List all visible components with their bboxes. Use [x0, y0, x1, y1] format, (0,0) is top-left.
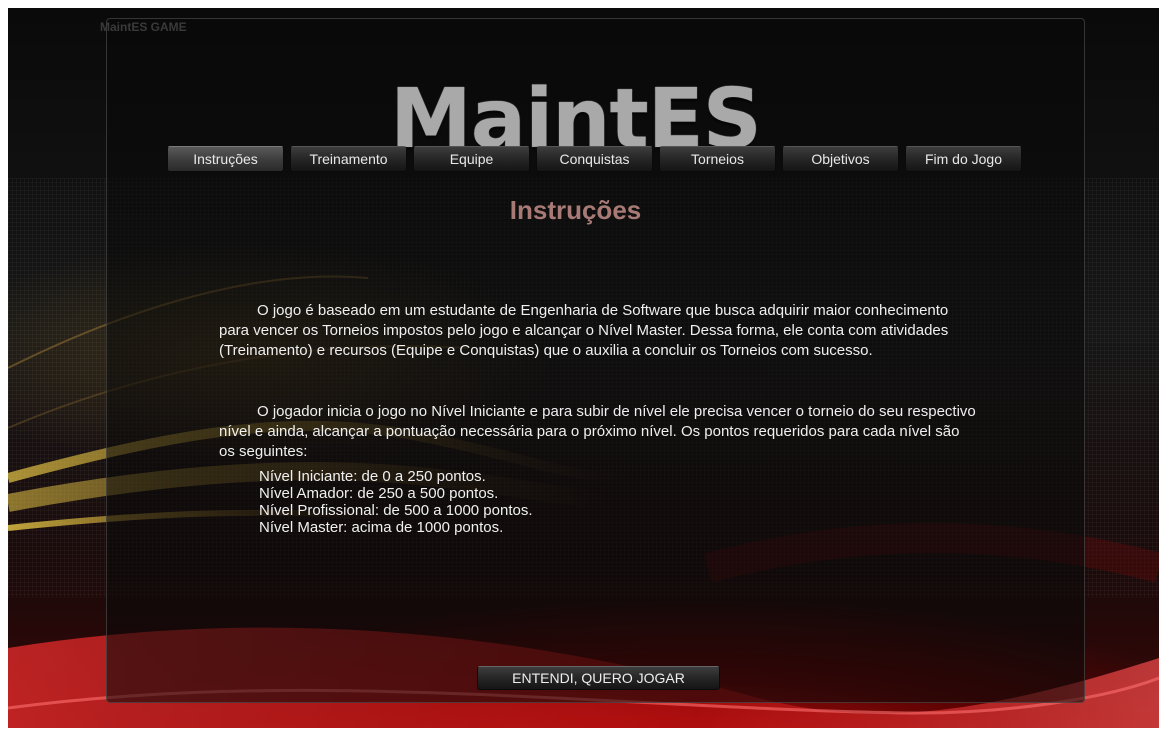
tab-treinamento[interactable]: Treinamento: [290, 146, 407, 172]
tab-instrucoes[interactable]: Instruções: [167, 146, 284, 172]
level-list: Nível Iniciante: de 0 a 250 pontos. Níve…: [259, 468, 533, 536]
page-title: Instruções: [509, 195, 642, 225]
level-item: Nível Master: acima de 1000 pontos.: [259, 519, 504, 536]
tab-objetivos[interactable]: Objetivos: [782, 146, 899, 172]
paragraph-text: O jogo é baseado em um estudante de Enge…: [219, 302, 949, 359]
level-item: Nível Amador: de 250 a 500 pontos.: [259, 485, 499, 502]
instructions-paragraph-1: O jogo é baseado em um estudante de Enge…: [219, 301, 979, 361]
paragraph-text: O jogador inicia o jogo no Nível Inician…: [219, 403, 976, 460]
start-game-button[interactable]: ENTENDI, QUERO JOGAR: [477, 666, 720, 690]
level-item: Nível Profissional: de 500 a 1000 pontos…: [259, 502, 533, 519]
level-item: Nível Iniciante: de 0 a 250 pontos.: [259, 468, 486, 485]
tab-fim-do-jogo[interactable]: Fim do Jogo: [905, 146, 1022, 172]
tab-torneios[interactable]: Torneios: [659, 146, 776, 172]
window-caption: MaintES GAME: [100, 20, 187, 34]
instructions-paragraph-2: O jogador inicia o jogo no Nível Inician…: [219, 402, 979, 462]
tab-conquistas[interactable]: Conquistas: [536, 146, 653, 172]
tab-equipe[interactable]: Equipe: [413, 146, 530, 172]
